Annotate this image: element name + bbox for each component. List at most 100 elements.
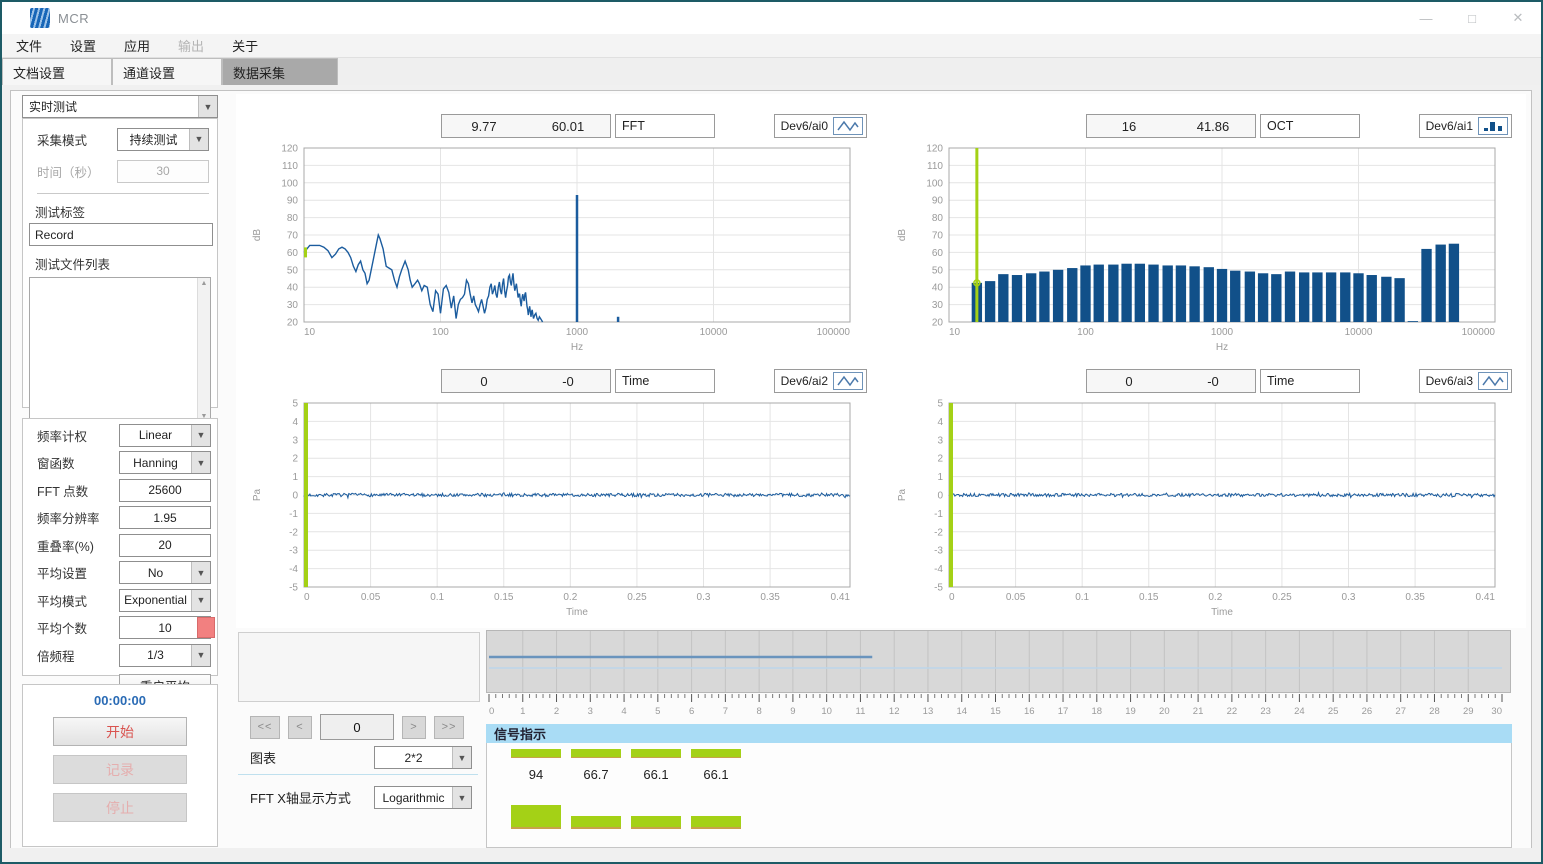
time-ai3-type-box[interactable]: Time (1260, 369, 1360, 393)
svg-text:3: 3 (588, 706, 593, 717)
chart-cell-oct: 16 41.86 OCT Dev6/ai1 203040506070809010… (881, 94, 1526, 361)
svg-text:100000: 100000 (817, 327, 851, 338)
file-list-label: 测试文件列表 (35, 254, 209, 273)
fft-type-box[interactable]: FFT (615, 114, 715, 138)
svg-text:-4: -4 (934, 564, 943, 575)
time-ai2-channel-box[interactable]: Dev6/ai2 (774, 369, 867, 393)
start-button[interactable]: 开始 (53, 717, 187, 746)
signal-level-bar (631, 749, 681, 758)
fft-points-field[interactable] (119, 479, 211, 502)
svg-text:0.3: 0.3 (697, 592, 711, 603)
svg-text:10: 10 (949, 327, 961, 338)
svg-text:100: 100 (281, 178, 298, 189)
svg-text:30: 30 (932, 300, 944, 311)
oct-channel-box[interactable]: Dev6/ai1 (1419, 114, 1512, 138)
svg-text:0.35: 0.35 (760, 592, 780, 603)
freq-resolution-field[interactable] (119, 506, 211, 529)
nav-last-button[interactable]: >> (434, 716, 464, 739)
menu-about[interactable]: 关于 (218, 36, 272, 55)
oct-cursor-readout: 16 41.86 (1086, 114, 1256, 138)
close-button[interactable]: ✕ (1495, 2, 1541, 34)
svg-text:1: 1 (292, 472, 298, 483)
svg-text:120: 120 (926, 144, 943, 155)
test-mode-select[interactable]: 实时测试 ▼ (22, 95, 218, 118)
menu-file[interactable]: 文件 (2, 36, 56, 55)
fft-xaxis-mode-select[interactable]: Logarithmic ▼ (374, 786, 472, 809)
oct-plot[interactable]: 2030405060708090100110120101001000100001… (893, 142, 1513, 354)
svg-text:-4: -4 (289, 564, 298, 575)
title-bar: MCR — □ ✕ (2, 2, 1541, 34)
fft-xaxis-mode-label: FFT X轴显示方式 (250, 788, 351, 807)
nav-first-button[interactable]: << (250, 716, 280, 739)
svg-text:-5: -5 (289, 583, 298, 594)
time-ai3-channel-box[interactable]: Dev6/ai3 (1419, 369, 1512, 393)
svg-text:90: 90 (932, 196, 944, 207)
svg-text:25: 25 (1328, 706, 1339, 717)
tab-data-acquisition[interactable]: 数据采集 (222, 58, 338, 85)
tab-channel-settings[interactable]: 通道设置 (112, 58, 222, 85)
chevron-down-icon: ▼ (191, 562, 210, 583)
chart-cell-time-ai2: 0 -0 Time Dev6/ai2 -5-4-3-2-101234500.05… (236, 361, 881, 628)
freq-resolution-label: 频率分辨率 (37, 508, 119, 527)
menu-settings[interactable]: 设置 (56, 36, 110, 55)
chart-layout-select[interactable]: 2*2 ▼ (374, 746, 472, 769)
svg-text:24: 24 (1294, 706, 1305, 717)
svg-text:0.15: 0.15 (494, 592, 514, 603)
charts-grid: 9.77 60.01 FFT Dev6/ai0 2030405060708090… (236, 94, 1526, 628)
record-button: 记录 (53, 755, 187, 784)
svg-text:50: 50 (932, 265, 944, 276)
scrollbar[interactable]: ▲ ▼ (197, 278, 210, 422)
test-label-field[interactable] (29, 223, 213, 246)
signal-meter: 66.1 (691, 749, 741, 782)
time-ai2-type-box[interactable]: Time (615, 369, 715, 393)
svg-text:0: 0 (937, 491, 943, 502)
test-file-list[interactable]: ▲ ▼ (29, 277, 211, 423)
octave-select[interactable]: 1/3 ▼ (119, 644, 211, 667)
app-window: MCR — □ ✕ 文件 设置 应用 输出 关于 文档设置 通道设置 数据采集 … (0, 0, 1543, 864)
svg-text:Time: Time (566, 607, 588, 618)
svg-text:0: 0 (304, 592, 310, 603)
freq-weighting-select[interactable]: Linear ▼ (119, 424, 211, 447)
tab-document-settings[interactable]: 文档设置 (2, 58, 112, 85)
record-timeline[interactable]: 0123456789101112131415161718192021222324… (486, 630, 1512, 720)
signal-level-bar (691, 749, 741, 758)
time-seconds-field (117, 160, 209, 183)
svg-text:100: 100 (1077, 327, 1094, 338)
avg-mode-select[interactable]: Exponential ▼ (119, 589, 211, 612)
minimize-button[interactable]: — (1403, 2, 1449, 34)
svg-text:100: 100 (432, 327, 449, 338)
signal-meter: 94 (511, 749, 561, 782)
chevron-down-icon: ▼ (191, 452, 210, 473)
chevron-down-icon: ▼ (191, 425, 210, 446)
window-fn-label: 窗函数 (37, 453, 119, 472)
menu-application[interactable]: 应用 (110, 36, 164, 55)
fft-plot[interactable]: 2030405060708090100110120101001000100001… (248, 142, 868, 354)
svg-text:Hz: Hz (1216, 342, 1228, 353)
nav-next-button[interactable]: > (402, 716, 426, 739)
svg-text:2: 2 (937, 454, 943, 465)
scroll-up-icon[interactable]: ▲ (201, 280, 208, 287)
svg-text:0.1: 0.1 (430, 592, 444, 603)
maximize-button[interactable]: □ (1449, 2, 1495, 34)
time-ai3-plot[interactable]: -5-4-3-2-101234500.050.10.150.20.250.30.… (893, 397, 1513, 619)
svg-text:6: 6 (689, 706, 694, 717)
run-control-group: 00:00:00 开始 记录 停止 (22, 684, 218, 847)
svg-text:-1: -1 (934, 509, 943, 520)
menu-output: 输出 (164, 36, 218, 55)
svg-text:Pa: Pa (252, 488, 263, 501)
svg-text:-2: -2 (934, 527, 943, 538)
fft-channel-box[interactable]: Dev6/ai0 (774, 114, 867, 138)
window-fn-select[interactable]: Hanning ▼ (119, 451, 211, 474)
avg-setting-select[interactable]: No ▼ (119, 561, 211, 584)
oct-type-box[interactable]: OCT (1260, 114, 1360, 138)
svg-text:60: 60 (287, 248, 299, 259)
time-ai2-plot[interactable]: -5-4-3-2-101234500.050.10.150.20.250.30.… (248, 397, 868, 619)
acq-mode-select[interactable]: 持续测试 ▼ (117, 128, 209, 151)
svg-text:30: 30 (1491, 706, 1502, 717)
overlap-field[interactable] (119, 534, 211, 557)
divider (37, 193, 209, 194)
svg-text:-1: -1 (289, 509, 298, 520)
nav-prev-button[interactable]: < (288, 716, 312, 739)
chevron-down-icon: ▼ (191, 645, 210, 666)
overlap-label: 重叠率(%) (37, 536, 119, 555)
